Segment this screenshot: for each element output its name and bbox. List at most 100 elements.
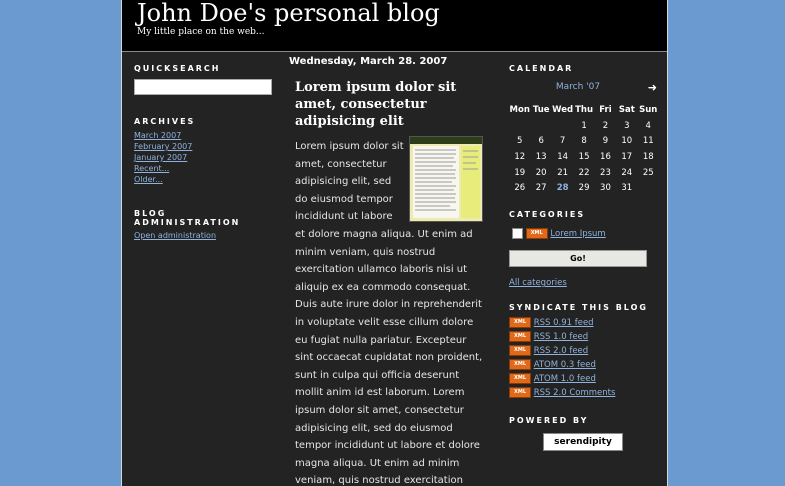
feed-link[interactable]: RSS 1.0 feed <box>534 332 588 342</box>
archive-link[interactable]: February 2007 <box>134 142 192 151</box>
calendar-table: Mon Tue Wed Thu Fri Sat Sun 1 2 3 4 5 6 … <box>509 102 659 196</box>
feed-item: XML RSS 0.91 feed <box>509 316 659 330</box>
feed-item: XML RSS 2.0 feed <box>509 344 659 358</box>
xml-feed-icon[interactable]: XML <box>509 387 531 399</box>
calendar-day: 31 <box>621 183 633 194</box>
search-input[interactable] <box>134 79 272 95</box>
calendar-day: 26 <box>514 183 526 194</box>
calendar-day: 12 <box>514 151 526 162</box>
calendar-day: 14 <box>557 151 569 162</box>
calendar-title: CALENDAR <box>509 64 574 73</box>
calendar-day: 8 <box>581 136 587 147</box>
calendar-day-today[interactable]: 28 <box>552 180 573 196</box>
page: John Doe's personal blog My little place… <box>121 0 668 486</box>
weekday-header: Mon <box>509 104 530 115</box>
calendar-day: 5 <box>517 136 523 147</box>
category-checkbox[interactable] <box>512 228 523 240</box>
blog-description: My little place on the web... <box>137 27 265 37</box>
calendar-day <box>638 180 660 196</box>
xml-feed-icon[interactable]: XML <box>525 228 548 240</box>
archive-link[interactable]: March 2007 <box>134 131 181 140</box>
serendipity-logo[interactable]: serendipity <box>543 433 623 452</box>
entry-thumbnail[interactable] <box>409 136 483 222</box>
calendar-block: CALENDAR March '07 ➜ Mon Tue Wed Thu Fri… <box>509 64 659 196</box>
calendar-day: 9 <box>602 136 609 147</box>
calendar-day: 24 <box>621 167 633 178</box>
calendar-day: 30 <box>600 183 611 194</box>
weekday-header: Sat <box>618 104 635 115</box>
main-content: Wednesday, March 28. 2007 Lorem ipsum do… <box>289 56 484 486</box>
all-categories-link[interactable]: All categories <box>509 278 567 288</box>
calendar-day: 10 <box>621 136 633 147</box>
calendar-day <box>552 118 573 134</box>
calendar-month: March '07 <box>555 82 601 92</box>
calendar-day: 7 <box>559 136 566 147</box>
entry-title[interactable]: Lorem ipsum dolor sit amet, consectetur … <box>295 79 484 130</box>
archives-block: ARCHIVES March 2007 February 2007 Januar… <box>134 117 274 185</box>
categories-title: CATEGORIES <box>509 210 586 220</box>
archive-link[interactable]: Older... <box>134 175 163 184</box>
calendar-day: 19 <box>514 167 526 178</box>
go-button[interactable]: Go! <box>509 250 647 268</box>
xml-feed-icon[interactable]: XML <box>509 317 531 329</box>
calendar-day: 2 <box>602 120 609 131</box>
open-admin-link[interactable]: Open administration <box>134 231 216 240</box>
feed-link[interactable]: ATOM 1.0 feed <box>534 374 596 384</box>
calendar-day: 3 <box>624 120 630 131</box>
calendar-day: 1 <box>581 120 587 131</box>
syndicate-block: SYNDICATE THIS BLOG XML RSS 0.91 feed XM… <box>509 303 659 400</box>
calendar-day: 25 <box>642 167 654 178</box>
calendar-day: 11 <box>642 136 654 147</box>
entry-date: Wednesday, March 28. 2007 <box>289 56 448 67</box>
calendar-day: 22 <box>578 167 590 178</box>
weekday-header: Tue <box>532 104 550 115</box>
entry-body: Lorem ipsum dolor sit amet, consectetur … <box>295 136 483 486</box>
thumbnail-image <box>410 137 482 221</box>
calendar-day: 21 <box>557 167 569 178</box>
blog-title[interactable]: John Doe's personal blog <box>137 0 440 26</box>
weekday-header: Thu <box>575 104 594 115</box>
archive-link[interactable]: Recent... <box>134 164 169 173</box>
left-sidebar: QUICKSEARCH ARCHIVES March 2007 February… <box>134 64 274 254</box>
calendar-day: 27 <box>535 183 547 194</box>
calendar-day <box>509 118 530 134</box>
calendar-day: 29 <box>578 183 590 194</box>
calendar-day <box>530 118 551 134</box>
powered-block: POWERED BY serendipity <box>509 416 659 452</box>
quicksearch-block: QUICKSEARCH <box>134 64 274 95</box>
blog-header: John Doe's personal blog My little place… <box>122 0 667 52</box>
calendar-day: 23 <box>600 167 611 178</box>
feed-link[interactable]: ATOM 0.3 feed <box>534 360 596 370</box>
calendar-day: 4 <box>645 120 651 131</box>
calendar-header: March '07 ➜ <box>509 81 657 96</box>
admin-block: BLOG ADMINISTRATION Open administration <box>134 209 274 240</box>
quicksearch-title: QUICKSEARCH <box>134 64 221 73</box>
calendar-day: 6 <box>538 136 544 147</box>
archives-title: ARCHIVES <box>134 117 196 126</box>
xml-feed-icon[interactable]: XML <box>509 373 531 385</box>
xml-feed-icon[interactable]: XML <box>509 331 531 343</box>
feed-link[interactable]: RSS 2.0 Comments <box>534 388 616 398</box>
category-row: XML Lorem Ipsum <box>509 228 659 240</box>
next-month-arrow-icon[interactable]: ➜ <box>648 81 657 94</box>
xml-feed-icon[interactable]: XML <box>509 345 531 357</box>
xml-feed-icon[interactable]: XML <box>509 359 531 371</box>
weekday-header: Wed <box>552 104 574 115</box>
feed-link[interactable]: RSS 2.0 feed <box>534 346 588 356</box>
category-link[interactable]: Lorem Ipsum <box>550 229 605 239</box>
admin-title: BLOG ADMINISTRATION <box>134 209 241 227</box>
syndicate-title: SYNDICATE THIS BLOG <box>509 303 648 313</box>
powered-title: POWERED BY <box>509 416 589 426</box>
categories-block: CATEGORIES XML Lorem Ipsum Go! All categ… <box>509 210 659 288</box>
calendar-day: 13 <box>535 151 547 162</box>
archive-link[interactable]: January 2007 <box>134 153 187 162</box>
feed-item: XML RSS 2.0 Comments <box>509 386 659 400</box>
feed-link[interactable]: RSS 0.91 feed <box>534 318 594 328</box>
right-sidebar: CALENDAR March '07 ➜ Mon Tue Wed Thu Fri… <box>509 64 659 452</box>
calendar-day: 17 <box>621 151 633 162</box>
feed-item: XML RSS 1.0 feed <box>509 330 659 344</box>
weekday-header: Fri <box>599 104 612 115</box>
weekday-header: Sun <box>639 104 658 115</box>
feed-item: XML ATOM 0.3 feed <box>509 358 659 372</box>
calendar-day: 18 <box>642 151 654 162</box>
